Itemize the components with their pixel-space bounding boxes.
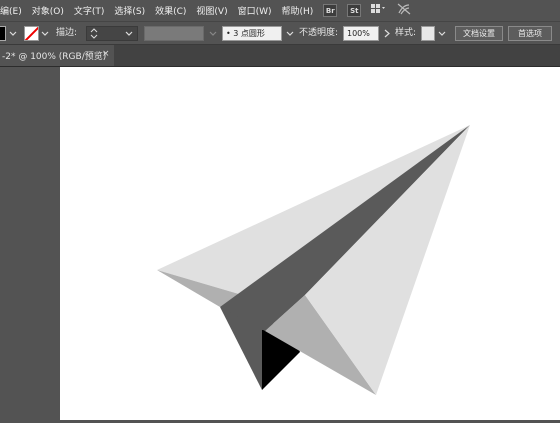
- menu-effect[interactable]: 效果(C): [155, 4, 186, 17]
- stepper-icon[interactable]: [90, 27, 98, 40]
- stroke-dropdown-chevron-icon[interactable]: [41, 26, 49, 41]
- style-chevron-icon[interactable]: [438, 26, 446, 41]
- fill-swatch[interactable]: [0, 26, 6, 41]
- opacity-input[interactable]: 100%: [343, 26, 379, 41]
- style-label: 样式:: [395, 28, 417, 38]
- variable-width-field[interactable]: [144, 26, 204, 41]
- menu-window[interactable]: 窗口(W): [238, 4, 272, 17]
- grid-layout-icon[interactable]: [371, 4, 387, 17]
- brush-profile-field[interactable]: • 3 点圆形: [222, 26, 282, 41]
- opacity-arrow-icon[interactable]: [383, 26, 391, 41]
- preferences-button[interactable]: 首选项: [508, 26, 552, 41]
- bridge-icon[interactable]: Br: [323, 4, 338, 17]
- chevron-down-icon[interactable]: [125, 27, 133, 40]
- canvas-area[interactable]: [0, 67, 560, 420]
- menu-view[interactable]: 视图(V): [196, 4, 227, 17]
- control-bar: 描边: • 3 点圆形 不透明度: 100% 样式: 文档设置 首选项: [0, 21, 560, 45]
- menu-help[interactable]: 帮助(H): [282, 4, 314, 17]
- document-setup-button[interactable]: 文档设置: [455, 26, 503, 41]
- document-tab[interactable]: -2* @ 100% (RGB/预览) ×: [0, 45, 114, 66]
- opacity-label: 不透明度:: [299, 28, 339, 38]
- stroke-label: 描边:: [56, 28, 78, 38]
- stroke-weight-field[interactable]: [86, 26, 138, 41]
- document-tab-bar: -2* @ 100% (RGB/预览) ×: [0, 45, 560, 67]
- menu-select[interactable]: 选择(S): [114, 4, 145, 17]
- menu-edit[interactable]: 编(E): [0, 4, 22, 17]
- menu-bar: 编(E) 对象(O) 文字(T) 选择(S) 效果(C) 视图(V) 窗口(W)…: [0, 0, 560, 21]
- menu-object[interactable]: 对象(O): [32, 4, 64, 17]
- brush-profile-chevron-icon[interactable]: [286, 26, 294, 41]
- broadcast-icon[interactable]: [397, 3, 411, 18]
- variable-width-chevron-icon[interactable]: [209, 26, 217, 41]
- close-icon[interactable]: ×: [102, 49, 110, 59]
- document-tab-title: -2* @ 100% (RGB/预览): [2, 52, 107, 62]
- artboard[interactable]: [60, 67, 560, 420]
- menu-type[interactable]: 文字(T): [74, 4, 105, 17]
- graphic-style-swatch[interactable]: [421, 26, 435, 41]
- fill-dropdown-chevron-icon[interactable]: [9, 26, 17, 41]
- stroke-none-swatch[interactable]: [24, 26, 39, 41]
- paper-plane-artwork[interactable]: [60, 67, 560, 420]
- stock-icon[interactable]: St: [347, 4, 362, 17]
